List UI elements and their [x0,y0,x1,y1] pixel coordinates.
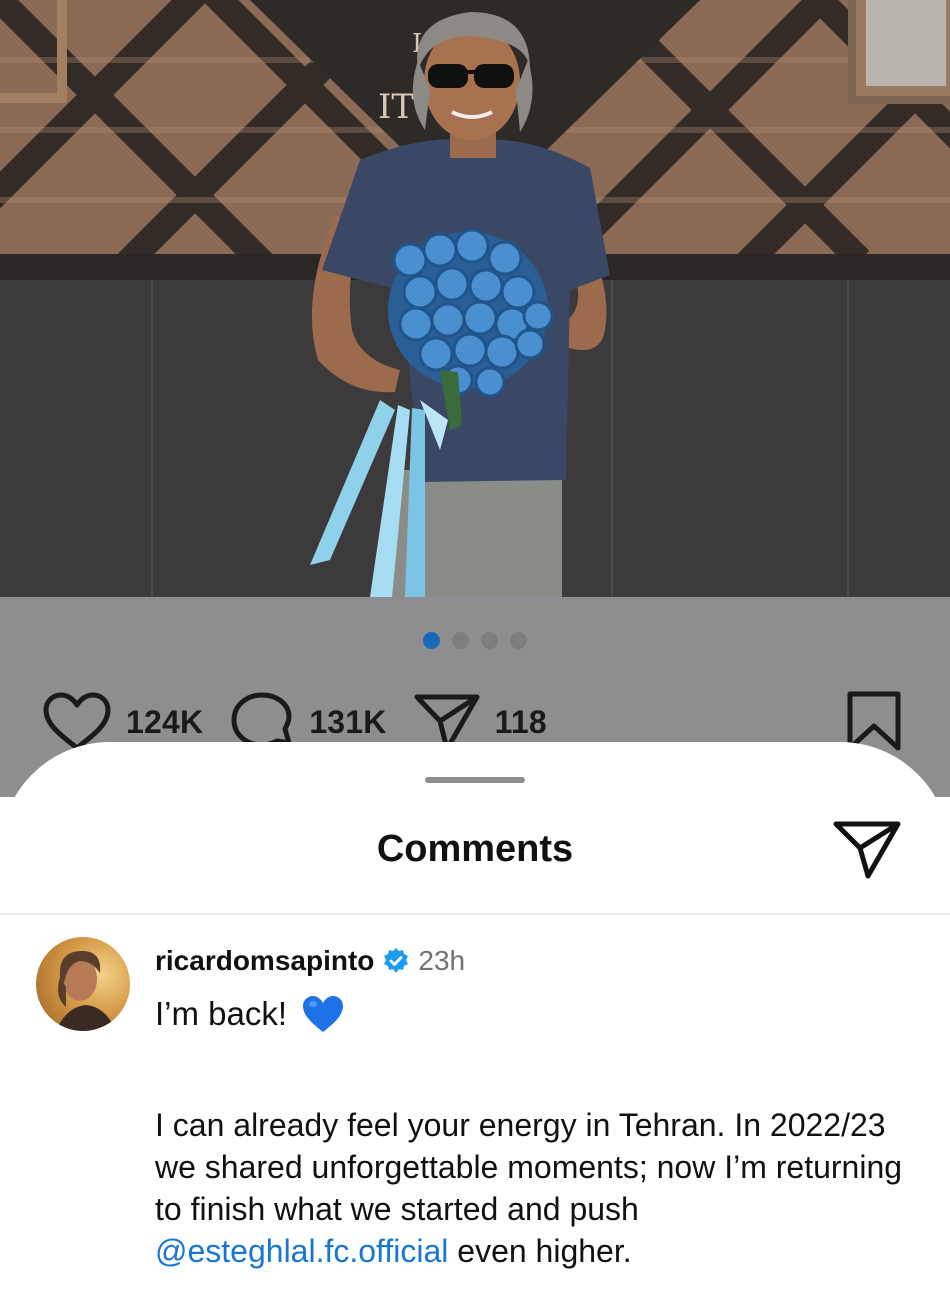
verified-badge-icon [382,947,410,975]
avatar[interactable] [36,937,130,1031]
carousel-dot [452,632,469,649]
carousel-dot [481,632,498,649]
carousel-dot [510,632,527,649]
comments-sheet-title: Comments [376,828,574,870]
send-post-button[interactable] [832,818,902,885]
comment-timestamp: 23h [418,945,466,976]
like-count: 124K [126,703,204,740]
share-count: 118 [494,703,547,740]
post-photo[interactable]: I IT [0,0,950,597]
photo-illustration: I IT [0,0,950,597]
comment-count: 131K [309,703,387,740]
send-icon [833,821,901,879]
comment-text-line1: I’m back! [155,995,288,1032]
comment-first-line: I’m back! [155,994,915,1034]
comment-mention-link[interactable]: @esteghlal.fc.official [155,1233,448,1269]
comment-username[interactable]: ricardomsapinto [155,945,374,977]
sheet-divider [0,913,950,915]
comment-body: I can already feel your energy in Tehran… [155,1104,915,1272]
carousel-dot-active [423,632,440,649]
comment-body-text: I can already feel your energy in Tehran… [155,1107,903,1227]
svg-text:IT: IT [378,87,414,127]
sheet-drag-handle[interactable] [425,777,525,783]
avatar-image [56,951,116,1031]
carousel-indicator [0,632,950,649]
blue-heart-emoji [301,994,345,1034]
comment-meta: ricardomsapinto 23h [155,940,915,982]
comment-item: ricardomsapinto 23h I’m back! I can alre… [155,940,915,1272]
comment-body-end: even higher. [448,1233,632,1269]
